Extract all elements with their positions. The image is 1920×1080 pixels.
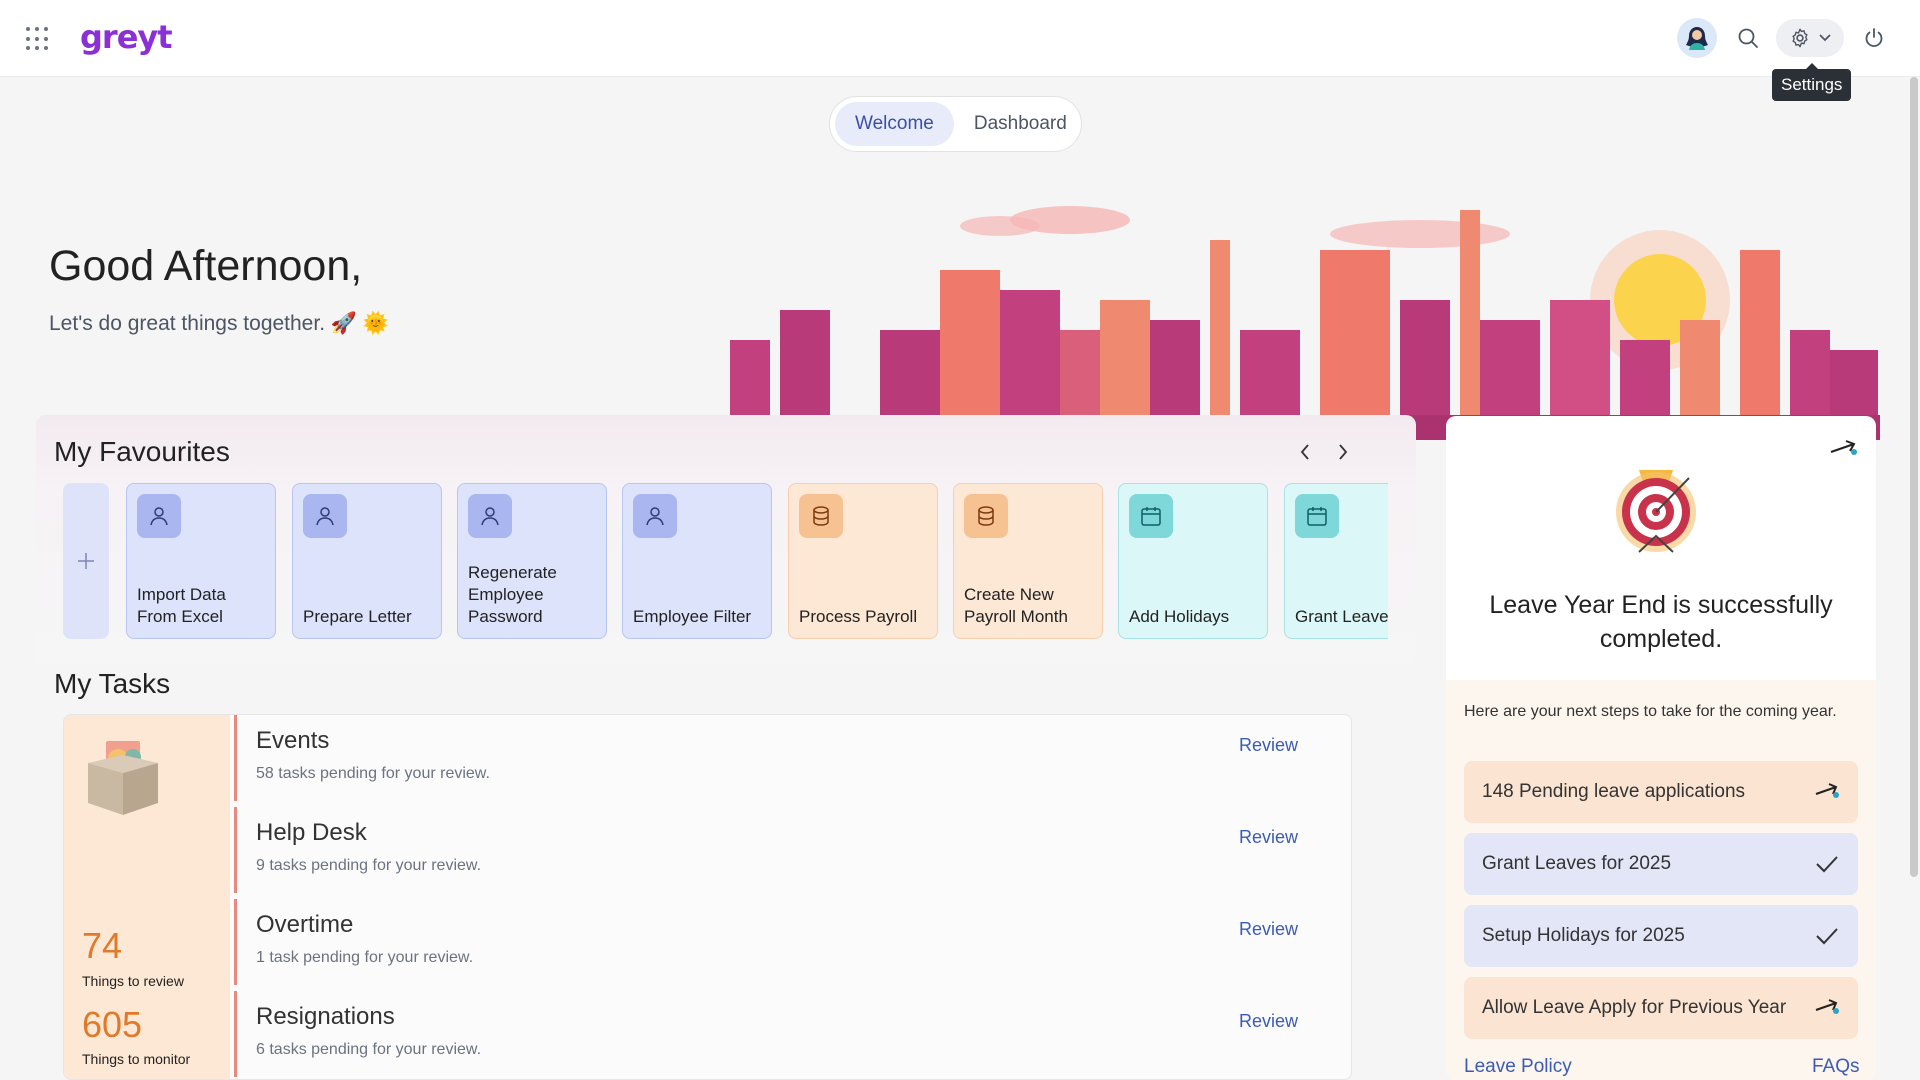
database-icon xyxy=(964,494,1008,538)
review-count: 74 xyxy=(82,925,123,966)
chevron-left-icon xyxy=(1300,444,1309,460)
chevron-down-icon xyxy=(1819,34,1831,42)
settings-button[interactable] xyxy=(1776,19,1844,57)
gear-icon xyxy=(1792,28,1808,48)
favourite-label: Process Payroll xyxy=(799,607,918,626)
search-button[interactable] xyxy=(1732,22,1764,54)
favourite-card[interactable]: Prepare Letter xyxy=(292,483,442,639)
calendar-icon xyxy=(1129,494,1173,538)
favourite-card[interactable]: Regenerate Employee Password xyxy=(457,483,607,639)
favourite-label: Add Holidays xyxy=(1129,607,1230,626)
next-steps-intro: Here are your next steps to take for the… xyxy=(1464,703,1837,720)
favourite-label: Create New Payroll Month xyxy=(964,585,1068,626)
user-avatar[interactable] xyxy=(1677,18,1717,58)
favourite-card[interactable]: Grant Leave xyxy=(1284,483,1388,639)
user-avatar-icon xyxy=(1686,27,1708,50)
favourite-label: Grant Leave xyxy=(1295,607,1388,626)
calendar-icon xyxy=(1295,494,1339,538)
apps-grid-icon[interactable] xyxy=(26,27,50,51)
favourite-card[interactable]: Add Holidays xyxy=(1118,483,1268,639)
task-description: 9 tasks pending for your review. xyxy=(256,857,482,874)
tab-dashboard[interactable]: Dashboard xyxy=(954,102,1087,146)
arrow-icon xyxy=(1815,783,1839,798)
user-icon xyxy=(633,494,677,538)
power-icon xyxy=(1865,28,1883,47)
step-pending-leave[interactable]: 148 Pending leave applications xyxy=(1464,761,1858,823)
leave-policy-link[interactable]: Leave Policy xyxy=(1464,1056,1572,1078)
favourites-nav xyxy=(1293,440,1355,464)
tab-welcome[interactable]: Welcome xyxy=(835,102,954,146)
plus-icon xyxy=(78,553,94,569)
task-description: 58 tasks pending for your review. xyxy=(256,765,490,782)
faqs-link[interactable]: FAQs xyxy=(1812,1056,1860,1078)
task-name: Resignations xyxy=(256,1003,395,1030)
favourite-card[interactable]: Create New Payroll Month xyxy=(953,483,1103,639)
search-icon xyxy=(1738,28,1758,48)
task-row: Help Desk 9 tasks pending for your revie… xyxy=(234,807,1344,893)
greeting-title: Good Afternoon, xyxy=(49,242,363,290)
review-link[interactable]: Review xyxy=(1239,1011,1298,1032)
monitor-count: 605 xyxy=(82,1004,143,1045)
expand-arrow-icon[interactable] xyxy=(1828,436,1858,460)
logout-button[interactable] xyxy=(1858,22,1890,54)
step-allow-previous-year[interactable]: Allow Leave Apply for Previous Year xyxy=(1464,977,1858,1039)
step-label: Allow Leave Apply for Previous Year xyxy=(1482,997,1787,1018)
step-setup-holidays[interactable]: Setup Holidays for 2025 xyxy=(1464,905,1858,967)
favourites-prev-button[interactable] xyxy=(1293,440,1317,464)
add-favourite-button[interactable] xyxy=(63,483,109,639)
greeting-subtitle: Let's do great things together. 🚀 🌞 xyxy=(49,312,389,335)
database-icon xyxy=(799,494,843,538)
favourite-label: Employee Filter xyxy=(633,607,752,626)
user-icon xyxy=(303,494,347,538)
favourite-card[interactable]: Employee Filter xyxy=(622,483,772,639)
task-name: Help Desk xyxy=(256,819,367,846)
favourites-title: My Favourites xyxy=(54,436,230,467)
user-icon xyxy=(468,494,512,538)
step-grant-leaves[interactable]: Grant Leaves for 2025 xyxy=(1464,833,1858,895)
review-count-label: Things to review xyxy=(82,973,184,989)
tasks-title: My Tasks xyxy=(54,668,171,699)
monitor-count-label: Things to monitor xyxy=(82,1051,191,1067)
task-row: Resignations 6 tasks pending for your re… xyxy=(234,991,1344,1077)
task-name: Overtime xyxy=(256,911,354,938)
tasks-panel: 74 Things to review 605 Things to monito… xyxy=(63,714,1352,1080)
company-logo[interactable]: greyt xyxy=(80,18,173,56)
task-row: Overtime 1 task pending for your review.… xyxy=(234,899,1344,985)
leave-panel-title: Leave Year End is successfully completed… xyxy=(1489,591,1833,653)
user-icon xyxy=(137,494,181,538)
chevron-right-icon xyxy=(1339,444,1348,460)
target-trophy-icon xyxy=(1616,470,1696,553)
settings-tooltip: Settings xyxy=(1772,63,1852,101)
check-icon xyxy=(1816,928,1838,945)
tasks-summary: 74 Things to review 605 Things to monito… xyxy=(64,715,230,1079)
box-illustration-icon xyxy=(88,741,158,815)
step-label: Grant Leaves for 2025 xyxy=(1482,853,1672,874)
task-description: 1 task pending for your review. xyxy=(256,949,474,966)
view-toggle: Welcome Dashboard xyxy=(829,96,1082,152)
city-skyline-illustration xyxy=(700,206,1880,440)
arrow-icon xyxy=(1815,999,1839,1014)
check-icon xyxy=(1816,856,1838,873)
step-label: Setup Holidays for 2025 xyxy=(1482,925,1685,946)
favourite-label: Import Data From Excel xyxy=(137,585,226,626)
review-link[interactable]: Review xyxy=(1239,735,1298,756)
page-scrollbar[interactable] xyxy=(1910,77,1918,877)
favourite-label: Regenerate Employee Password xyxy=(468,563,557,626)
task-row: Events 58 tasks pending for your review.… xyxy=(234,715,1344,801)
review-link[interactable]: Review xyxy=(1239,827,1298,848)
favourite-card[interactable]: Process Payroll xyxy=(788,483,938,639)
favourites-next-button[interactable] xyxy=(1331,440,1355,464)
favourite-label: Prepare Letter xyxy=(303,607,412,626)
leave-year-end-panel: Leave Year End is successfully completed… xyxy=(1446,416,1876,1080)
top-header: greyt xyxy=(0,0,1920,77)
favourites-list: Import Data From Excel Prepare Letter Re… xyxy=(126,483,1388,641)
step-label: 148 Pending leave applications xyxy=(1482,781,1746,802)
review-link[interactable]: Review xyxy=(1239,919,1298,940)
task-description: 6 tasks pending for your review. xyxy=(256,1041,482,1058)
task-name: Events xyxy=(256,727,330,754)
favourite-card[interactable]: Import Data From Excel xyxy=(126,483,276,639)
